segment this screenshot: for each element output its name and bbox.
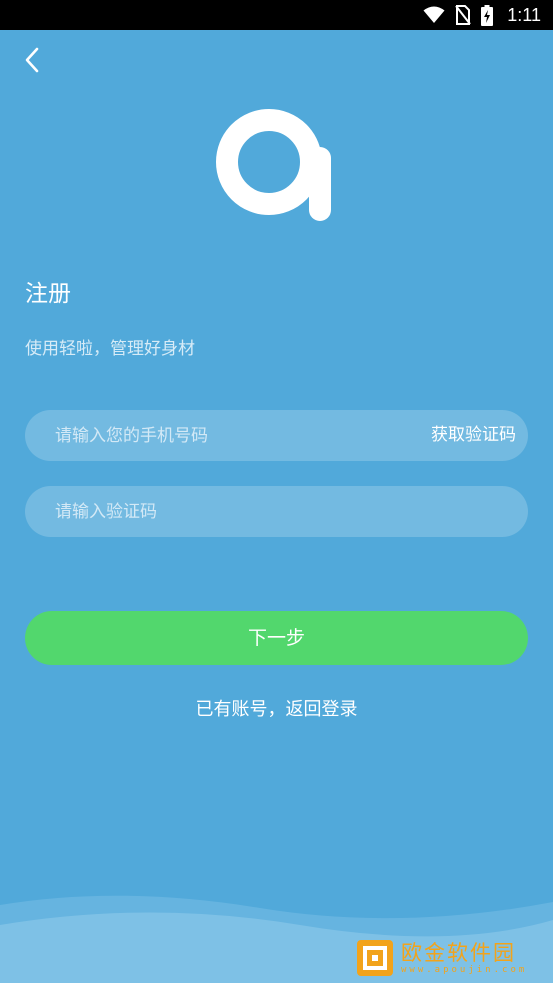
app-logo-icon [216,109,331,221]
phone-field: 获取验证码 [25,410,528,461]
watermark: 欧金软件园 www.apoujin.com [355,936,547,980]
status-icons: 1:11 [423,0,541,30]
back-to-login-link[interactable]: 已有账号，返回登录 [0,696,553,724]
back-button[interactable] [14,42,50,78]
status-bar: 1:11 [0,0,553,30]
page-subtitle: 使用轻啦，管理好身材 [25,339,195,359]
no-sim-icon [455,5,472,25]
watermark-sub: www.apoujin.com [401,965,528,975]
get-code-button[interactable]: 获取验证码 [431,410,516,461]
watermark-text: 欧金软件园 [401,941,516,965]
wifi-icon [423,6,445,23]
page-title: 注册 [25,281,71,307]
next-button[interactable]: 下一步 [25,611,528,665]
battery-charging-icon [481,4,494,26]
watermark-text-group: 欧金软件园 www.apoujin.com [395,941,527,975]
status-time: 1:11 [507,4,541,25]
phone-input[interactable] [55,410,395,461]
code-field [25,486,528,537]
watermark-logo-icon [357,940,393,976]
chevron-left-icon [25,47,39,73]
code-input[interactable] [55,486,495,537]
